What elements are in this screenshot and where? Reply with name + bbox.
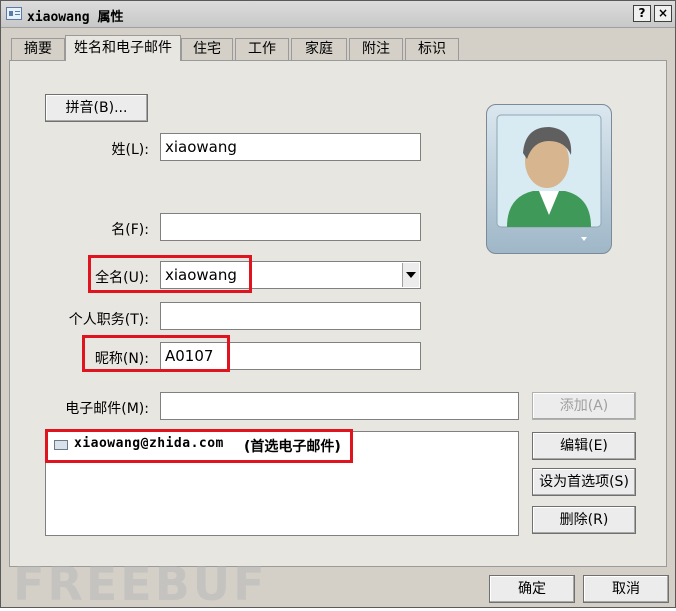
person-icon: [496, 114, 602, 241]
set-default-button[interactable]: 设为首选项(S): [532, 468, 636, 496]
properties-dialog: xiaowang 属性 ? × 摘要 姓名和电子邮件 住宅 工作 家庭 附注 标…: [0, 0, 676, 611]
tab-business[interactable]: 工作: [235, 38, 289, 60]
tab-ids[interactable]: 标识: [405, 38, 459, 60]
tab-family[interactable]: 家庭: [291, 38, 347, 60]
full-name-highlight: [88, 255, 252, 293]
last-name-label: 姓(L):: [111, 142, 149, 158]
first-name-field[interactable]: [160, 213, 421, 241]
job-title-field[interactable]: [160, 302, 421, 330]
title-bar: xiaowang 属性 ? ×: [1, 1, 675, 28]
email-label: 电子邮件(M):: [65, 401, 149, 417]
cancel-button[interactable]: 取消: [583, 575, 669, 603]
watermark: FREEBUF: [13, 557, 268, 611]
window-title: xiaowang 属性: [27, 10, 124, 25]
tab-strip: 摘要 姓名和电子邮件 住宅 工作 家庭 附注 标识: [9, 35, 669, 61]
chevron-down-icon[interactable]: [402, 263, 419, 287]
add-button[interactable]: 添加(A): [532, 392, 636, 420]
last-name-field[interactable]: xiaowang: [160, 133, 421, 161]
close-button[interactable]: ×: [654, 5, 672, 22]
delete-button[interactable]: 删除(R): [532, 506, 636, 534]
tab-summary[interactable]: 摘要: [11, 38, 65, 60]
email-input[interactable]: [160, 392, 519, 420]
first-name-label: 名(F):: [111, 222, 149, 238]
phonetic-button[interactable]: 拼音(B)...: [45, 94, 148, 122]
contact-picture[interactable]: [486, 104, 612, 254]
tab-home[interactable]: 住宅: [181, 38, 233, 60]
tab-notes[interactable]: 附注: [349, 38, 403, 60]
ok-button[interactable]: 确定: [489, 575, 575, 603]
tab-name-email[interactable]: 姓名和电子邮件: [65, 35, 181, 61]
email-highlight: [45, 429, 353, 463]
help-button[interactable]: ?: [633, 5, 651, 22]
edit-button[interactable]: 编辑(E): [532, 432, 636, 460]
nickname-highlight: [82, 335, 230, 372]
contact-card-icon: [6, 7, 22, 20]
job-title-label: 个人职务(T):: [68, 312, 149, 328]
